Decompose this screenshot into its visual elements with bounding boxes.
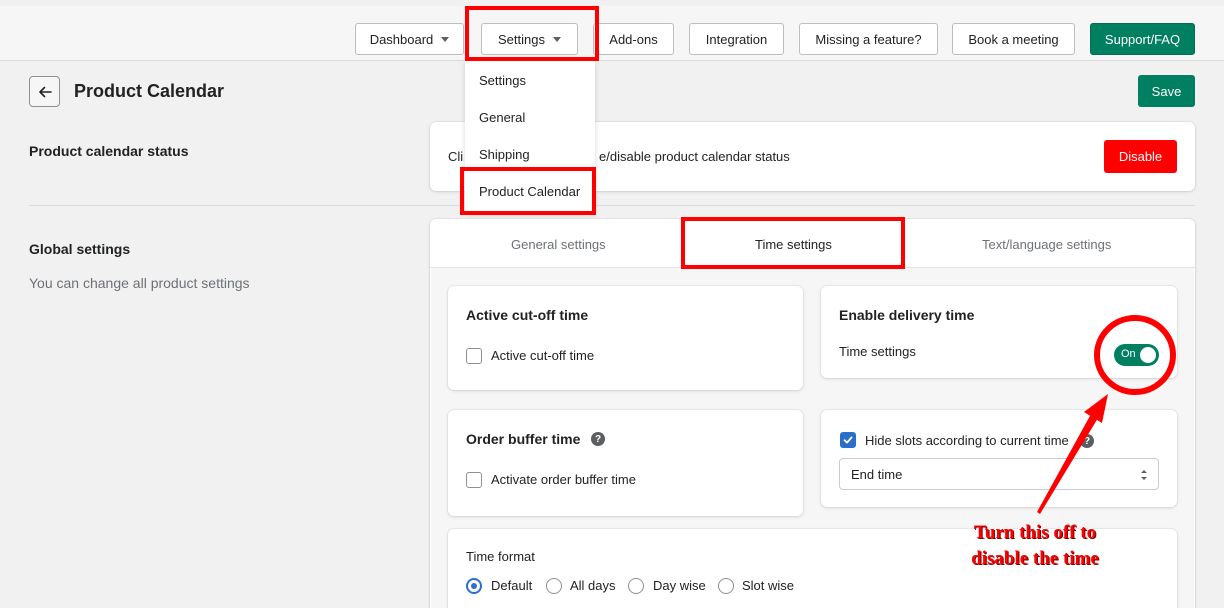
missing-feature-label: Missing a feature?: [815, 31, 922, 47]
cutoff-card: Active cut-off time Active cut-off time: [448, 286, 803, 390]
time-format-label: Time format: [466, 549, 535, 564]
addons-label: Add-ons: [609, 31, 658, 47]
back-button[interactable]: [29, 76, 60, 107]
radio-day-wise[interactable]: [628, 578, 644, 594]
book-meeting-label: Book a meeting: [968, 31, 1059, 47]
global-section-subtitle: You can change all product settings: [29, 275, 250, 291]
disable-button[interactable]: Disable: [1104, 140, 1177, 173]
annotation-line-1: Turn this off to: [973, 522, 1097, 543]
toggle-state-text: On: [1121, 348, 1136, 360]
radio-day-wise-label: Day wise: [653, 578, 706, 593]
cutoff-checkbox-label: Active cut-off time: [491, 348, 595, 363]
radio-all-days[interactable]: [546, 578, 562, 594]
help-icon[interactable]: ?: [1080, 434, 1094, 448]
delivery-label: Time settings: [839, 344, 916, 359]
highlight-product-calendar-item: [460, 167, 596, 215]
missing-feature-button[interactable]: Missing a feature?: [799, 23, 938, 55]
status-section-title: Product calendar status: [29, 143, 189, 159]
help-icon[interactable]: ?: [591, 432, 605, 446]
support-faq-button[interactable]: Support/FAQ: [1090, 23, 1195, 55]
integration-button[interactable]: Integration: [689, 23, 784, 55]
integration-label: Integration: [705, 31, 768, 47]
menu-item-general[interactable]: General: [479, 110, 525, 125]
select-arrows-icon: [1141, 470, 1147, 480]
radio-all-days-label: All days: [570, 578, 616, 593]
buffer-checkbox[interactable]: [466, 472, 482, 488]
highlight-settings-button: [465, 6, 599, 61]
highlight-time-settings-tab: [681, 217, 905, 269]
page-title: Product Calendar: [74, 81, 225, 101]
menu-item-settings[interactable]: Settings: [479, 73, 526, 88]
buffer-card: Order buffer time ? Activate order buffe…: [448, 410, 803, 516]
annotation-line-2: disable the time: [971, 548, 1099, 569]
checkmark-icon: [843, 436, 853, 444]
addons-button[interactable]: Add-ons: [593, 23, 674, 55]
top-nav-bar: Dashboard Settings Add-ons Integration M…: [0, 6, 1224, 61]
slot-time-select-value: End time: [851, 467, 903, 482]
radio-slot-wise-label: Slot wise: [742, 578, 795, 593]
tab-general-settings[interactable]: General settings: [511, 237, 606, 252]
toggle-knob: [1140, 347, 1156, 363]
delivery-time-toggle[interactable]: On: [1114, 344, 1159, 366]
menu-item-shipping[interactable]: Shipping: [479, 147, 530, 162]
hide-slots-label: Hide slots according to current time: [865, 433, 1069, 448]
cutoff-title: Active cut-off time: [466, 307, 589, 323]
tab-text-language-settings[interactable]: Text/language settings: [982, 237, 1111, 252]
radio-slot-wise[interactable]: [718, 578, 734, 594]
dashboard-label: Dashboard: [369, 31, 434, 47]
buffer-checkbox-label: Activate order buffer time: [491, 472, 636, 487]
arrow-left-icon: [38, 86, 52, 97]
cutoff-checkbox[interactable]: [466, 348, 482, 364]
status-desc-prefix: Cli: [448, 149, 464, 164]
global-section-title: Global settings: [29, 241, 131, 257]
hide-slots-checkbox[interactable]: [840, 432, 856, 448]
radio-default[interactable]: [466, 578, 482, 594]
dashboard-menu-button[interactable]: Dashboard: [355, 23, 464, 55]
radio-default-label: Default: [491, 578, 533, 593]
delivery-title: Enable delivery time: [839, 307, 975, 323]
status-desc-suffix: e/disable product calendar status: [599, 149, 790, 164]
annotation-text: Turn this off to disable the time: [955, 520, 1115, 572]
buffer-title: Order buffer time: [466, 431, 581, 447]
book-meeting-button[interactable]: Book a meeting: [952, 23, 1075, 55]
caret-down-icon: [441, 36, 450, 42]
support-faq-label: Support/FAQ: [1104, 31, 1181, 47]
save-button[interactable]: Save: [1138, 75, 1195, 107]
section-divider: [29, 205, 1195, 206]
slot-time-select[interactable]: End time: [839, 458, 1159, 490]
